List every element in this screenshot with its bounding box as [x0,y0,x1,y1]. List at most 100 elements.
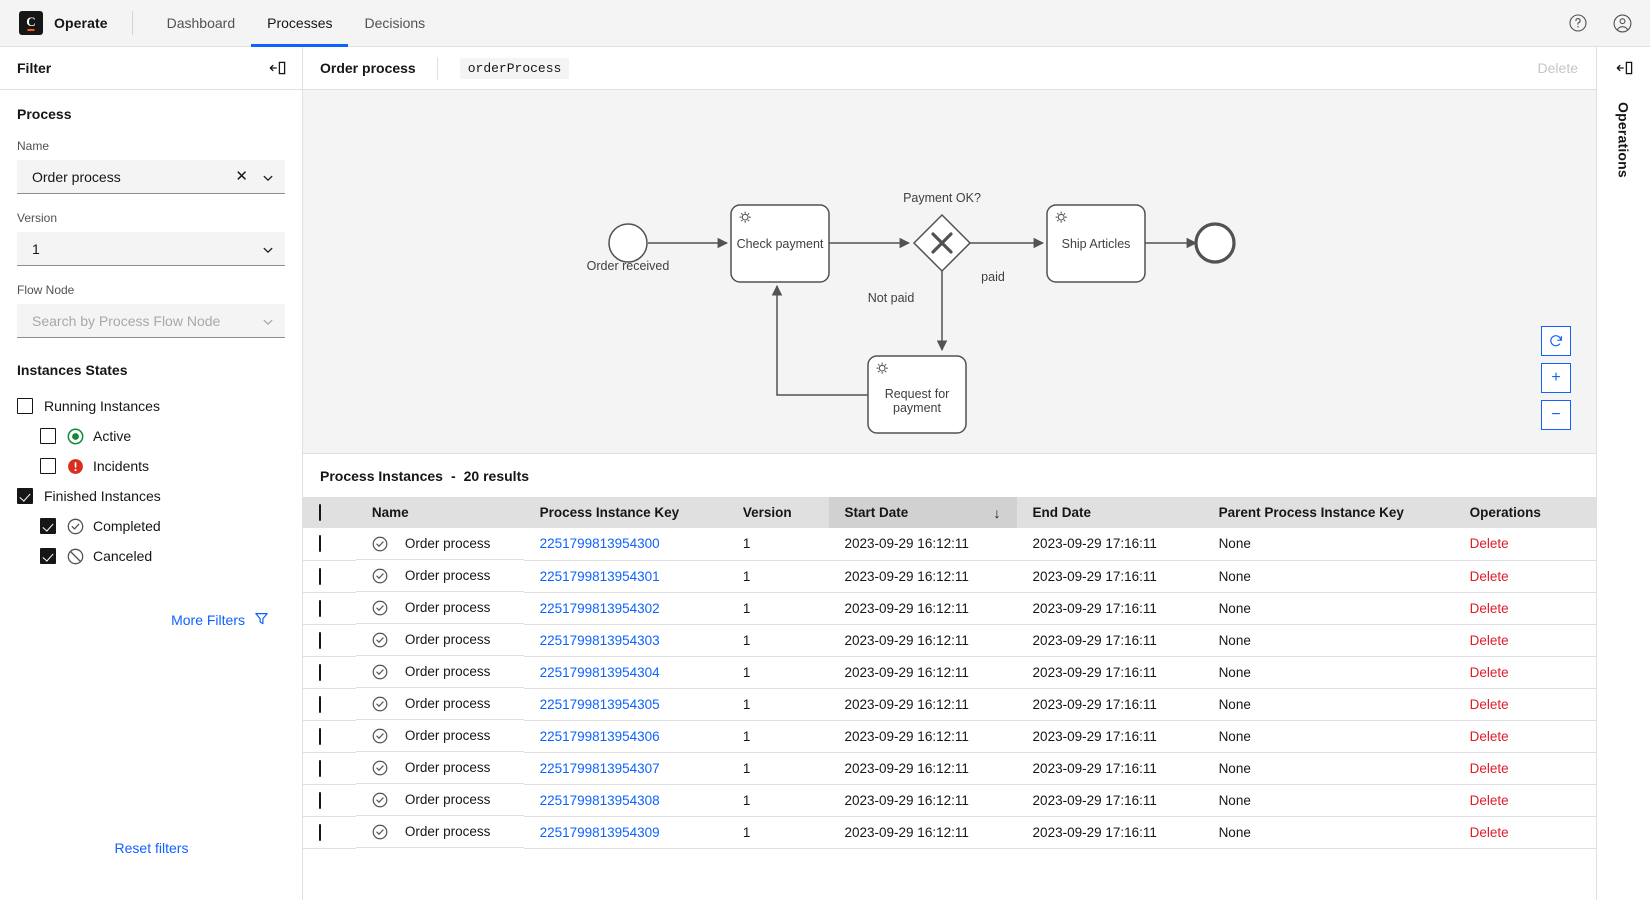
row-select-cell[interactable] [303,560,356,592]
process-instance-key-link[interactable]: 2251799813954305 [540,697,660,712]
row-checkbox[interactable] [319,824,321,841]
checkbox-finished-instances[interactable]: Finished Instances [17,481,285,511]
row-select-cell[interactable] [303,688,356,720]
header-process-instance-key[interactable]: Process Instance Key [524,497,727,528]
user-avatar-icon[interactable] [1611,12,1633,34]
clear-icon[interactable]: ✕ [235,169,248,184]
process-instance-key-link[interactable]: 2251799813954308 [540,793,660,808]
row-checkbox[interactable] [319,728,321,745]
chevron-down-icon[interactable] [262,171,274,183]
chevron-down-icon[interactable] [262,315,274,327]
checkbox-box[interactable] [40,548,56,564]
table-row[interactable]: Order process225179981395430512023-09-29… [303,688,1596,720]
chevron-down-icon[interactable] [262,243,274,255]
checkbox-box[interactable] [17,398,33,414]
completed-check-icon [372,696,388,712]
row-delete-button[interactable]: Delete [1470,729,1509,744]
table-row[interactable]: Order process225179981395430812023-09-29… [303,784,1596,816]
instances-table-container[interactable]: Name Process Instance Key Version Start … [303,497,1596,900]
row-checkbox[interactable] [319,664,321,681]
panel-collapse-right-icon[interactable] [1597,47,1650,90]
row-checkbox[interactable] [319,760,321,777]
row-delete-button[interactable]: Delete [1470,569,1509,584]
header-parent-process-instance-key[interactable]: Parent Process Instance Key [1203,497,1454,528]
row-select-cell[interactable] [303,784,356,816]
table-row[interactable]: Order process225179981395430412023-09-29… [303,656,1596,688]
process-instance-key-link[interactable]: 2251799813954309 [540,825,660,840]
header-end-date[interactable]: End Date [1017,497,1203,528]
header-name[interactable]: Name [356,497,524,528]
select-all-checkbox[interactable] [319,504,321,521]
more-filters-button[interactable]: More Filters [17,611,285,629]
row-delete-button[interactable]: Delete [1470,697,1509,712]
process-instance-key-link[interactable]: 2251799813954304 [540,665,660,680]
zoom-out-button[interactable]: − [1541,400,1571,430]
header-version[interactable]: Version [727,497,829,528]
process-name-select[interactable]: Order process ✕ [17,160,285,194]
reset-zoom-icon[interactable] [1541,326,1571,356]
table-row[interactable]: Order process225179981395430912023-09-29… [303,816,1596,848]
table-body: Order process225179981395430012023-09-29… [303,528,1596,848]
row-select-cell[interactable] [303,752,356,784]
reset-filters-button[interactable]: Reset filters [0,840,303,856]
row-checkbox[interactable] [319,696,321,713]
cell-version: 1 [727,592,829,624]
delete-button[interactable]: Delete [1538,60,1578,76]
row-delete-button[interactable]: Delete [1470,633,1509,648]
brand[interactable]: C Operate [0,11,108,35]
row-select-cell[interactable] [303,624,356,656]
table-row[interactable]: Order process225179981395430312023-09-29… [303,624,1596,656]
row-delete-button[interactable]: Delete [1470,793,1509,808]
panel-collapse-left-icon[interactable] [268,59,286,77]
row-delete-button[interactable]: Delete [1470,825,1509,840]
checkbox-completed[interactable]: Completed [17,511,285,541]
process-instance-key-link[interactable]: 2251799813954301 [540,569,660,584]
table-row[interactable]: Order process225179981395430012023-09-29… [303,528,1596,560]
bpmn-diagram[interactable]: Order received Check payment Payment OK?… [303,90,1596,454]
checkbox-box[interactable] [40,458,56,474]
process-instance-key-link[interactable]: 2251799813954307 [540,761,660,776]
row-delete-button[interactable]: Delete [1470,536,1509,551]
nav-item-processes[interactable]: Processes [251,0,348,47]
process-instance-key-link[interactable]: 2251799813954302 [540,601,660,616]
header-start-date[interactable]: Start Date ↓ [829,497,1017,528]
nav-item-dashboard[interactable]: Dashboard [151,0,252,47]
process-version-select[interactable]: 1 [17,232,285,266]
row-delete-button[interactable]: Delete [1470,761,1509,776]
checkbox-running-instances[interactable]: Running Instances [17,391,285,421]
flow-node-select[interactable]: Search by Process Flow Node [17,304,285,338]
row-checkbox[interactable] [319,568,321,585]
row-checkbox[interactable] [319,632,321,649]
table-row[interactable]: Order process225179981395430212023-09-29… [303,592,1596,624]
checkbox-box[interactable] [17,488,33,504]
row-checkbox[interactable] [319,792,321,809]
help-circle-icon[interactable] [1567,12,1589,34]
row-select-cell[interactable] [303,528,356,560]
row-delete-button[interactable]: Delete [1470,665,1509,680]
checkbox-label: Active [93,428,131,444]
checkbox-canceled[interactable]: Canceled [17,541,285,571]
row-checkbox[interactable] [319,600,321,617]
process-instance-key-link[interactable]: 2251799813954306 [540,729,660,744]
row-select-cell[interactable] [303,656,356,688]
table-row[interactable]: Order process225179981395430112023-09-29… [303,560,1596,592]
completed-check-icon [372,568,388,584]
checkbox-box[interactable] [40,518,56,534]
checkbox-box[interactable] [40,428,56,444]
process-instance-key-link[interactable]: 2251799813954300 [540,536,660,551]
row-select-cell[interactable] [303,592,356,624]
nav-item-decisions[interactable]: Decisions [348,0,441,47]
row-delete-button[interactable]: Delete [1470,601,1509,616]
table-row[interactable]: Order process225179981395430712023-09-29… [303,752,1596,784]
row-select-cell[interactable] [303,720,356,752]
checkbox-incidents[interactable]: Incidents [17,451,285,481]
operations-panel-label[interactable]: Operations [1616,102,1632,178]
process-instance-key-link[interactable]: 2251799813954303 [540,633,660,648]
table-row[interactable]: Order process225179981395430612023-09-29… [303,720,1596,752]
zoom-in-button[interactable]: + [1541,363,1571,393]
header-select-all[interactable] [303,497,356,528]
checkbox-active[interactable]: Active [17,421,285,451]
row-checkbox[interactable] [319,535,321,552]
row-select-cell[interactable] [303,816,356,848]
completed-check-icon [372,792,388,808]
